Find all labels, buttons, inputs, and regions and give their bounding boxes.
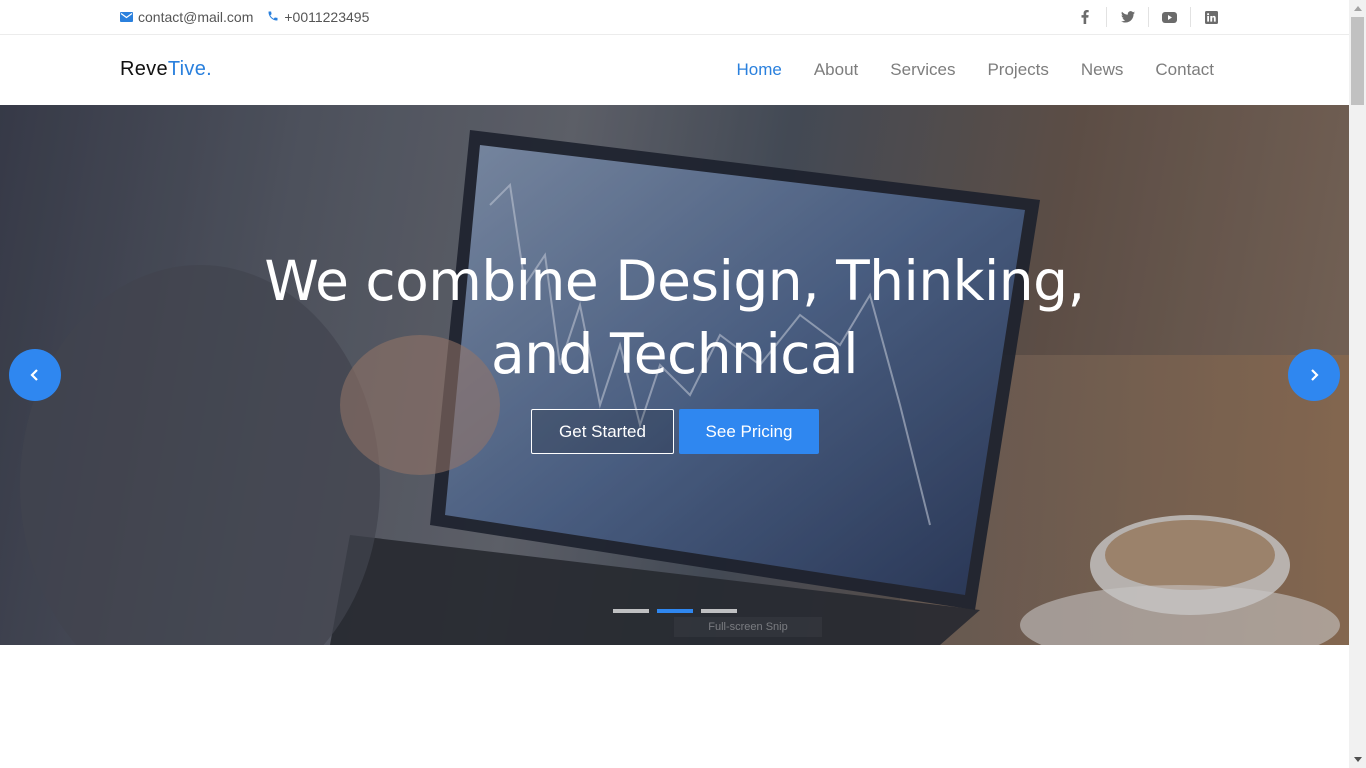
slide-indicators — [613, 609, 737, 613]
phone-text: +0011223495 — [284, 9, 370, 25]
main-nav: Home About Services Projects News Contac… — [736, 35, 1214, 105]
nav-item-news[interactable]: News — [1081, 60, 1124, 80]
nav-item-projects[interactable]: Projects — [987, 60, 1048, 80]
slide-indicator-3[interactable] — [701, 609, 737, 613]
phone-link[interactable]: +0011223495 — [267, 9, 369, 25]
twitter-icon[interactable] — [1106, 7, 1148, 27]
site-logo[interactable]: ReveTive. — [120, 58, 212, 81]
scroll-up-arrow-icon[interactable] — [1349, 0, 1366, 17]
see-pricing-button[interactable]: See Pricing — [679, 409, 819, 454]
email-link[interactable]: contact@mail.com — [120, 9, 253, 25]
scrollbar-thumb[interactable] — [1351, 17, 1364, 105]
page-scrollbar[interactable] — [1349, 0, 1366, 768]
hero-buttons: Get Started See Pricing — [531, 409, 819, 454]
youtube-icon[interactable] — [1148, 7, 1190, 27]
mail-icon — [120, 9, 133, 25]
nav-item-home[interactable]: Home — [736, 60, 781, 80]
slide-indicator-1[interactable] — [613, 609, 649, 613]
prev-slide-button[interactable] — [9, 349, 61, 401]
nav-item-contact[interactable]: Contact — [1155, 60, 1214, 80]
snip-overlay-label: Full-screen Snip — [674, 617, 822, 637]
email-text: contact@mail.com — [138, 9, 254, 25]
hero-headline-line-1: We combine Design, Thinking, — [264, 249, 1085, 313]
next-slide-button[interactable] — [1288, 349, 1340, 401]
nav-item-about[interactable]: About — [814, 60, 858, 80]
slide-indicator-2[interactable] — [657, 609, 693, 613]
hero-headline: We combine Design, Thinking, and Technic… — [0, 245, 1349, 391]
hero-slider: We combine Design, Thinking, and Technic… — [0, 105, 1349, 645]
linkedin-icon[interactable] — [1190, 7, 1232, 27]
social-links — [1064, 0, 1232, 34]
scroll-down-arrow-icon[interactable] — [1349, 751, 1366, 768]
get-started-button[interactable]: Get Started — [531, 409, 674, 454]
chevron-left-icon — [30, 369, 38, 381]
nav-item-services[interactable]: Services — [890, 60, 955, 80]
logo-accent-text: Tive. — [167, 58, 212, 80]
site-header: ReveTive. Home About Services Projects N… — [0, 35, 1349, 105]
logo-text: Reve — [120, 58, 168, 80]
facebook-icon[interactable] — [1064, 7, 1106, 27]
contact-info: contact@mail.com +0011223495 — [120, 0, 369, 34]
top-bar: contact@mail.com +0011223495 — [0, 0, 1349, 35]
hero-headline-line-2: and Technical — [490, 322, 859, 386]
phone-icon — [267, 9, 279, 25]
chevron-right-icon — [1311, 369, 1319, 381]
